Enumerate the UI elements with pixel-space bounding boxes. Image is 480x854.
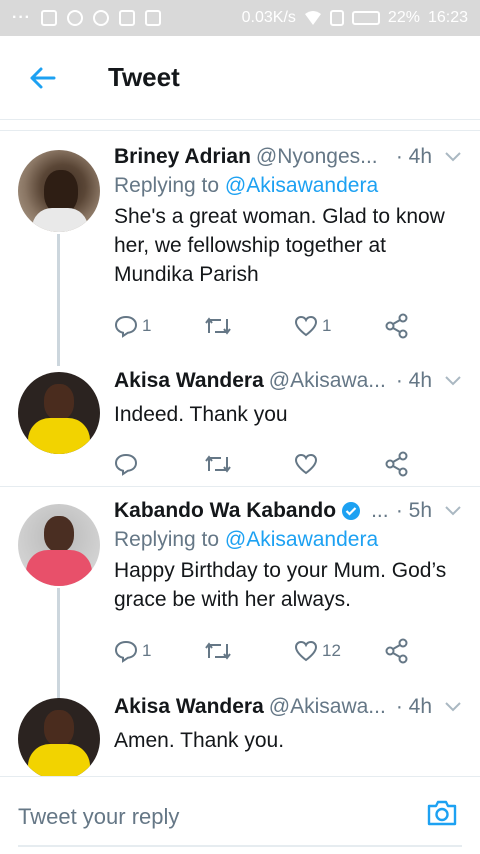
replying-to: Replying to @Akisawandera [114,528,462,552]
tweet-actions [114,449,462,479]
tweet-menu-button[interactable] [444,369,462,393]
retweet-icon [205,642,231,660]
replying-prefix: Replying to [114,528,220,551]
mail-icon [144,10,161,26]
back-arrow-icon [30,67,56,88]
tweet-menu-button[interactable] [444,145,462,169]
replying-prefix: Replying to [114,174,220,197]
chevron-down-icon [445,376,461,386]
reply-icon [114,640,138,663]
display-name[interactable]: Briney Adrian [114,145,251,169]
heart-icon [294,315,318,337]
page-title: Tweet [108,62,180,92]
display-name[interactable]: Kabando Wa Kabando [114,499,336,523]
user-handle[interactable]: @Akisawa... [269,369,386,393]
tweet[interactable]: Akisa Wandera @Akisawa... · 4h Amen. Tha… [0,692,480,776]
like-count: 12 [322,641,341,660]
camera-icon [427,800,457,826]
share-button[interactable] [384,313,410,339]
tweet-menu-button[interactable] [444,695,462,719]
clock-time: 16:23 [427,9,468,26]
divider [0,486,480,487]
tweet[interactable]: Briney Adrian @Nyonges... · 4h Replying … [0,142,480,366]
share-icon [385,313,408,339]
retweet-button[interactable] [204,453,294,475]
retweet-button[interactable] [204,640,294,662]
tweet-actions: 1 1 [114,311,462,341]
battery-icon [351,11,380,25]
reply-button[interactable]: 1 [114,314,204,338]
reply-button[interactable] [114,452,204,476]
display-name[interactable]: Akisa Wandera [114,369,264,393]
reply-icon [114,453,138,476]
reply-icon [114,315,138,338]
thread-line [57,234,60,366]
reply-composer [0,776,480,854]
tweet-text: Indeed. Thank you [114,403,288,426]
reply-count: 1 [142,316,152,335]
like-button[interactable]: 1 [294,315,384,337]
reply-input[interactable] [18,797,408,837]
tweet[interactable]: Kabando Wa Kabando ... · 5h Replying to … [0,496,480,700]
tweet[interactable]: Akisa Wandera @Akisawa... · 4h Indeed. T… [0,366,480,478]
chevron-down-icon [445,152,461,162]
retweet-button[interactable] [204,315,294,337]
avatar[interactable] [18,504,100,586]
input-underline [18,845,462,847]
mention-link[interactable]: @Akisawandera [225,174,378,197]
like-button[interactable] [294,453,384,475]
tweet-text: Amen. Thank you. [114,729,285,752]
reply-count: 1 [142,641,152,660]
tweet-menu-button[interactable] [444,499,462,523]
like-button[interactable]: 12 [294,640,384,662]
user-handle[interactable]: @Nyonges... [256,145,378,169]
heart-icon [294,640,318,662]
share-button[interactable] [384,638,410,664]
chevron-down-icon [445,702,461,712]
display-name[interactable]: Akisa Wandera [114,695,264,719]
like-count: 1 [322,316,332,335]
timestamp: · 4h [395,695,432,718]
image-icon [118,10,135,26]
avatar[interactable] [18,150,100,232]
battery-percent: 22% [387,9,420,26]
avatar[interactable] [18,372,100,454]
sim-icon [329,10,344,26]
divider [0,130,480,131]
user-handle[interactable]: @Akisawa... [269,695,386,719]
verified-badge-icon [342,502,361,520]
wifi-icon [304,11,321,25]
clock-icon [66,10,83,26]
network-speed: 0.03K/s [241,9,296,26]
camera-button[interactable] [426,799,458,832]
tweet-actions: 1 12 [114,636,462,666]
mention-link[interactable]: @Akisawandera [225,528,378,551]
chevron-down-icon [445,506,461,516]
more-dots-icon: ··· [12,9,31,26]
thread-line [57,588,60,700]
timestamp: · 4h [395,369,432,392]
user-handle[interactable]: ... [371,499,389,523]
timestamp: · 5h [395,499,432,522]
replying-to: Replying to @Akisawandera [114,174,462,198]
back-button[interactable] [0,36,84,120]
share-icon [385,638,408,664]
tweet-text: Happy Birthday to your Mum. God’s grace … [114,559,447,611]
avatar[interactable] [18,698,100,776]
status-bar: ··· 0.03K/s 22% 16:23 [0,0,480,36]
timestamp: · 4h [395,145,432,168]
whatsapp-icon [92,10,109,26]
app-header: Tweet [0,36,480,120]
tweet-text: She's a great woman. Glad to know her, w… [114,205,445,286]
shield-icon [40,10,57,26]
retweet-icon [205,317,231,335]
reply-button[interactable]: 1 [114,639,204,663]
heart-icon [294,453,318,475]
share-button[interactable] [384,451,410,477]
retweet-icon [205,455,231,473]
share-icon [385,451,408,477]
